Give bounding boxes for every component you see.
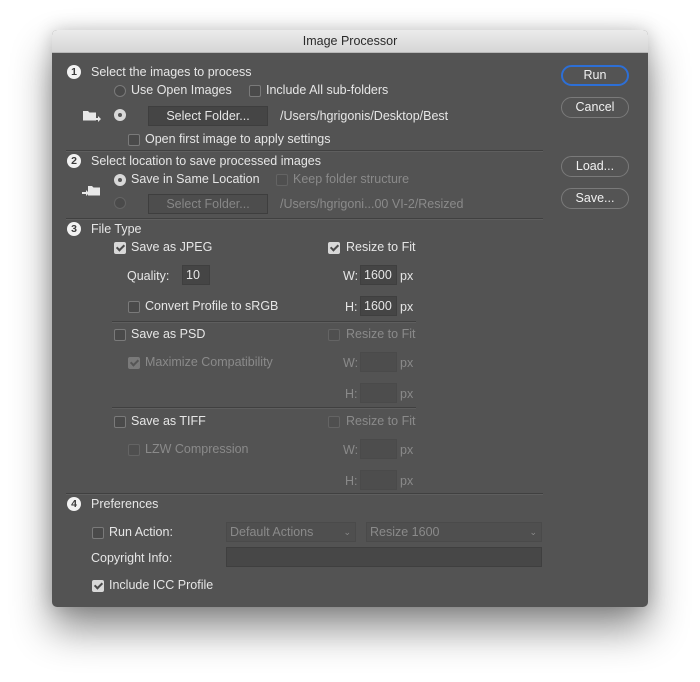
section-divider [66,218,543,220]
psd-resize-checkbox[interactable] [328,329,340,341]
save-as-jpeg-checkbox[interactable] [114,242,126,254]
run-button[interactable]: Run [561,65,629,86]
jpeg-width-unit: px [400,269,414,283]
save-as-tiff-label[interactable]: Save as TIFF [131,414,206,428]
include-subfolders-checkbox[interactable] [249,85,261,97]
convert-srgb-checkbox[interactable] [128,301,140,313]
copyright-label: Copyright Info: [91,551,173,565]
section1-title: Select the images to process [91,65,252,79]
jpeg-resize-checkbox[interactable] [328,242,340,254]
action-set-value: Default Actions [230,525,314,539]
load-button[interactable]: Load... [561,156,629,177]
select-destination-folder-button[interactable]: Select Folder... [148,194,268,214]
psd-height-unit: px [400,387,414,401]
run-action-checkbox[interactable] [92,527,104,539]
include-subfolders-label[interactable]: Include All sub-folders [266,83,388,97]
filetype-divider [112,321,416,323]
tiff-width-input[interactable] [360,439,397,459]
save-as-psd-label[interactable]: Save as PSD [131,327,205,341]
save-as-psd-checkbox[interactable] [114,329,126,341]
save-to-folder-radio[interactable] [114,197,126,209]
tiff-height-unit: px [400,474,414,488]
tiff-height-label: H: [345,474,358,488]
step-4-badge: 4 [67,497,81,511]
open-first-image-label[interactable]: Open first image to apply settings [145,132,331,146]
step-3-badge: 3 [67,222,81,236]
arrow-folder-icon [81,184,101,198]
tiff-height-input[interactable] [360,470,397,490]
select-folder-radio[interactable] [114,109,126,121]
jpeg-height-unit: px [400,300,414,314]
chevron-down-icon: ⌄ [529,527,537,537]
include-icc-label[interactable]: Include ICC Profile [109,578,213,592]
convert-srgb-label[interactable]: Convert Profile to sRGB [145,299,278,313]
image-processor-dialog: Image Processor Run Cancel Load... Save.… [52,30,648,607]
action-value: Resize 1600 [370,525,440,539]
tiff-resize-checkbox[interactable] [328,416,340,428]
folder-arrow-icon [82,109,102,123]
filetype-divider [112,407,416,409]
action-set-select[interactable]: Default Actions ⌄ [226,522,356,542]
use-open-images-label[interactable]: Use Open Images [131,83,232,97]
section2-title: Select location to save processed images [91,154,321,168]
tiff-width-unit: px [400,443,414,457]
jpeg-width-label: W: [343,269,359,283]
psd-resize-label[interactable]: Resize to Fit [346,327,415,341]
tiff-width-label: W: [343,443,359,457]
section4-title: Preferences [91,497,159,511]
jpeg-quality-label: Quality: [127,269,170,283]
save-settings-button[interactable]: Save... [561,188,629,209]
psd-height-label: H: [345,387,358,401]
keep-folder-structure-checkbox[interactable] [276,174,288,186]
jpeg-width-input[interactable]: 1600 [360,265,397,285]
jpeg-quality-input[interactable]: 10 [182,265,210,285]
maximize-compatibility-checkbox[interactable] [128,357,140,369]
step-1-badge: 1 [67,65,81,79]
run-action-label[interactable]: Run Action: [109,525,173,539]
action-select[interactable]: Resize 1600 ⌄ [366,522,542,542]
copyright-input[interactable] [226,547,542,567]
lzw-compression-label[interactable]: LZW Compression [145,442,249,456]
keep-folder-structure-label[interactable]: Keep folder structure [293,172,409,186]
tiff-resize-label[interactable]: Resize to Fit [346,414,415,428]
open-first-image-checkbox[interactable] [128,134,140,146]
step-2-badge: 2 [67,154,81,168]
psd-width-unit: px [400,356,414,370]
save-as-tiff-checkbox[interactable] [114,416,126,428]
jpeg-resize-label[interactable]: Resize to Fit [346,240,415,254]
jpeg-height-input[interactable]: 1600 [360,296,397,316]
cancel-button[interactable]: Cancel [561,97,629,118]
jpeg-height-label: H: [345,300,358,314]
source-folder-path: /Users/hgrigonis/Desktop/Best [280,109,449,123]
window-title: Image Processor [52,30,648,53]
destination-folder-path: /Users/hgrigoni...00 VI-2/Resized [280,197,464,211]
section3-title: File Type [91,222,142,236]
maximize-compatibility-label[interactable]: Maximize Compatibility [145,355,273,369]
use-open-images-radio[interactable] [114,85,126,97]
chevron-down-icon: ⌄ [343,527,351,537]
include-icc-checkbox[interactable] [92,580,104,592]
section-divider [66,150,543,152]
psd-width-input[interactable] [360,352,397,372]
psd-width-label: W: [343,356,359,370]
psd-height-input[interactable] [360,383,397,403]
lzw-compression-checkbox[interactable] [128,444,140,456]
section-divider [66,493,543,495]
save-as-jpeg-label[interactable]: Save as JPEG [131,240,212,254]
save-same-location-radio[interactable] [114,174,126,186]
save-same-location-label[interactable]: Save in Same Location [131,172,260,186]
select-source-folder-button[interactable]: Select Folder... [148,106,268,126]
